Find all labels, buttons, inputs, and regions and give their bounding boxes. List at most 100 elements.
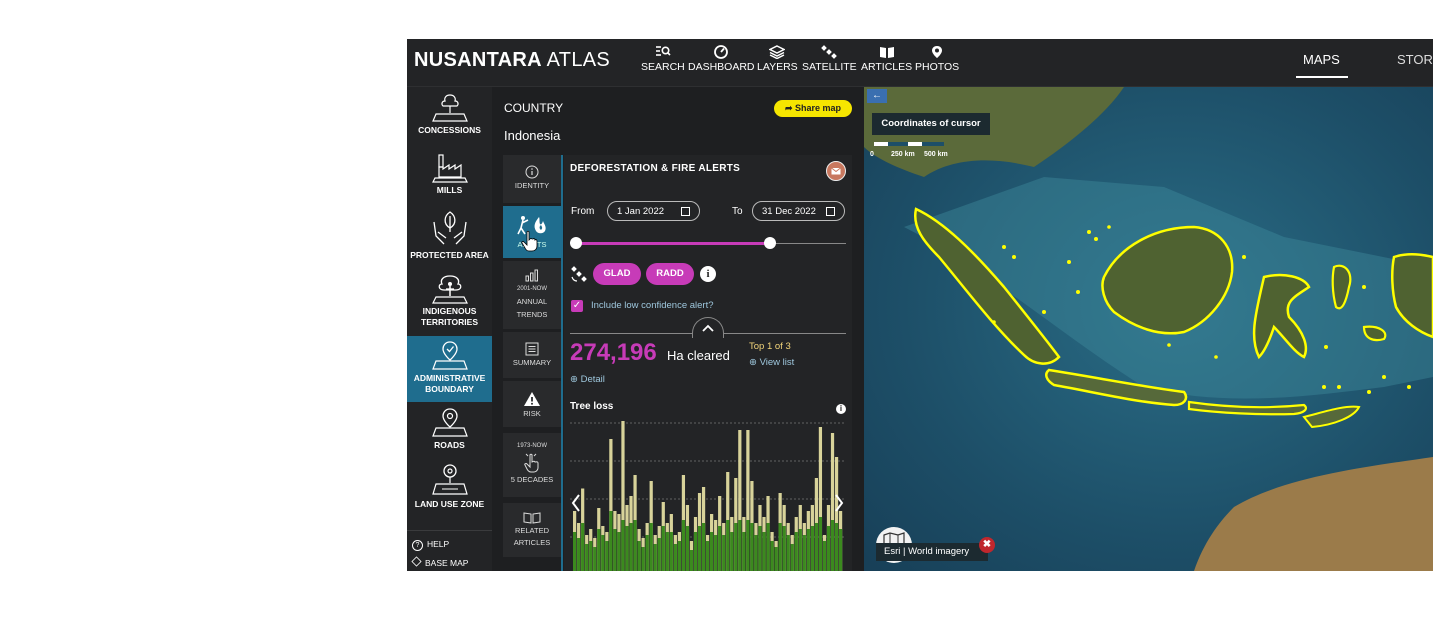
book-icon bbox=[879, 47, 894, 58]
nav-satellite-label: SATELLITE bbox=[802, 61, 857, 73]
high-confidence-bar bbox=[705, 541, 710, 571]
tab-maps[interactable]: MAPS bbox=[1303, 52, 1340, 67]
collapse-panel-button[interactable]: ← bbox=[867, 89, 887, 103]
detail-link[interactable]: ⊕ Detail bbox=[570, 374, 605, 385]
help-link[interactable]: ? HELP bbox=[412, 539, 449, 551]
to-label: To bbox=[732, 206, 743, 217]
list-doc-icon bbox=[525, 342, 539, 356]
high-confidence-bar bbox=[730, 532, 734, 571]
high-confidence-bar bbox=[770, 541, 774, 571]
rail-item-indigenous-territories[interactable]: INDIGENOUS TERRITORIES bbox=[407, 274, 492, 328]
high-confidence-bar bbox=[710, 532, 714, 571]
nav-articles[interactable]: ARTICLES bbox=[861, 45, 912, 73]
high-confidence-bar bbox=[826, 526, 831, 571]
high-confidence-bar bbox=[645, 535, 649, 571]
base-map-link[interactable]: BASE MAP bbox=[411, 556, 469, 568]
nav-photos-label: PHOTOS bbox=[915, 61, 960, 73]
high-confidence-bar bbox=[806, 529, 810, 571]
high-confidence-bar bbox=[750, 523, 754, 571]
country-label: COUNTRY bbox=[504, 101, 564, 115]
high-confidence-bar bbox=[621, 520, 625, 571]
high-confidence-bar bbox=[754, 535, 758, 571]
tab-risk[interactable]: RISK bbox=[503, 381, 561, 427]
rail-label-roads: ROADS bbox=[434, 440, 465, 450]
nav-satellite[interactable]: SATELLITE bbox=[802, 45, 857, 73]
country-panel: COUNTRY Indonesia ➦ Share map IDENTITY A… bbox=[492, 87, 864, 571]
rank-text: Top 1 of 3 bbox=[749, 341, 791, 352]
nav-photos[interactable]: PHOTOS bbox=[915, 45, 959, 73]
high-confidence-bar bbox=[669, 532, 673, 571]
range-start-handle[interactable] bbox=[570, 237, 582, 249]
rail-item-mills[interactable]: MILLS bbox=[407, 151, 492, 196]
nav-search[interactable]: SEARCH bbox=[641, 45, 685, 73]
info-circle-icon bbox=[525, 165, 539, 179]
rail-item-protected-area[interactable]: PROTECTED AREA bbox=[407, 208, 492, 261]
high-confidence-bar bbox=[617, 532, 621, 571]
nav-layers-label: LAYERS bbox=[757, 61, 798, 73]
bar-chart-icon bbox=[525, 269, 538, 282]
to-date-field[interactable]: 31 Dec 2022 bbox=[752, 201, 845, 221]
high-confidence-bar bbox=[838, 529, 843, 571]
tab-identity[interactable]: IDENTITY bbox=[503, 155, 561, 203]
tab-5-decades-label: 5 DECADES bbox=[510, 475, 554, 484]
tab-annual-trends[interactable]: 2001-NOW ANNUAL TRENDS bbox=[503, 261, 561, 329]
from-label: From bbox=[571, 206, 595, 217]
tree-loss-label: Tree loss bbox=[570, 401, 614, 412]
tab-risk-label: RISK bbox=[523, 409, 541, 418]
basemap-close-button[interactable]: ✖ bbox=[979, 537, 995, 553]
nav-layers[interactable]: LAYERS bbox=[757, 45, 798, 73]
chart-prev-arrow[interactable] bbox=[571, 494, 580, 512]
tree-loss-info-icon[interactable]: i bbox=[836, 404, 846, 414]
rail-label-indigenous-2: TERRITORIES bbox=[421, 317, 478, 327]
from-date-field[interactable]: 1 Jan 2022 bbox=[607, 201, 700, 221]
high-confidence-bar bbox=[693, 532, 698, 571]
alert-info-button[interactable]: i bbox=[700, 266, 716, 282]
logo[interactable]: NUSANTARA ATLAS bbox=[414, 49, 610, 72]
map-view[interactable]: ← Coordinates of cursor 0 250 km 500 km … bbox=[864, 87, 1433, 571]
high-confidence-bar bbox=[625, 526, 629, 571]
high-confidence-bar bbox=[778, 523, 782, 571]
rail-item-concessions[interactable]: CONCESSIONS bbox=[407, 93, 492, 136]
scale-label-0: 0 bbox=[870, 151, 874, 158]
nav-articles-label: ARTICLES bbox=[861, 61, 913, 73]
tab-5-decades[interactable]: 1973-NOW 5 DECADES bbox=[503, 433, 561, 497]
scale-label-500: 500 km bbox=[924, 151, 948, 158]
view-list-link[interactable]: ⊕ View list bbox=[749, 357, 794, 368]
low-confidence-checkbox[interactable]: ✓ bbox=[571, 300, 583, 312]
share-map-button[interactable]: ➦ Share map bbox=[774, 100, 852, 117]
detail-label: Detail bbox=[580, 374, 605, 385]
tab-summary[interactable]: SUMMARY bbox=[503, 332, 561, 378]
rail-label-land-use-zone: LAND USE ZONE bbox=[414, 499, 485, 509]
range-end-handle[interactable] bbox=[764, 237, 777, 249]
rail-item-land-use-zone[interactable]: LAND USE ZONE bbox=[407, 461, 492, 510]
alerts-content: DEFORESTATION & FIRE ALERTS From 1 Jan 2… bbox=[564, 155, 852, 571]
glad-toggle[interactable]: GLAD bbox=[593, 263, 641, 285]
high-confidence-bar bbox=[649, 523, 653, 571]
question-icon: ? bbox=[412, 540, 423, 551]
high-confidence-bar bbox=[697, 526, 702, 571]
high-confidence-bar bbox=[573, 532, 577, 571]
nav-dashboard[interactable]: DASHBOARD bbox=[688, 45, 755, 73]
high-confidence-bar bbox=[786, 535, 790, 571]
high-confidence-bar bbox=[657, 538, 661, 571]
tab-related-articles[interactable]: RELATED ARTICLES bbox=[503, 503, 561, 557]
high-confidence-bar bbox=[593, 547, 597, 571]
chart-bars bbox=[573, 421, 843, 571]
hand-cursor-icon bbox=[521, 230, 538, 252]
high-confidence-bar bbox=[653, 544, 657, 571]
help-label: HELP bbox=[427, 539, 450, 549]
tab-stories[interactable]: STOR bbox=[1397, 52, 1433, 67]
rail-label-concessions: CONCESSIONS bbox=[418, 125, 481, 135]
radd-toggle[interactable]: RADD bbox=[646, 263, 694, 285]
country-value: Indonesia bbox=[504, 128, 561, 143]
gauge-icon bbox=[714, 45, 729, 59]
tab-alerts[interactable]: ALERTS bbox=[503, 206, 561, 258]
collapse-button[interactable] bbox=[692, 317, 724, 338]
rail-item-administrative-boundary[interactable]: ADMINISTRATIVE BOUNDARY bbox=[407, 336, 492, 402]
high-confidence-bar bbox=[742, 532, 746, 571]
rail-item-roads[interactable]: ROADS bbox=[407, 408, 492, 451]
email-alert-button[interactable] bbox=[826, 161, 846, 181]
base-map-label: BASE MAP bbox=[425, 558, 469, 568]
high-confidence-bar bbox=[802, 535, 806, 571]
tab-annual-label-1: ANNUAL bbox=[516, 297, 548, 306]
